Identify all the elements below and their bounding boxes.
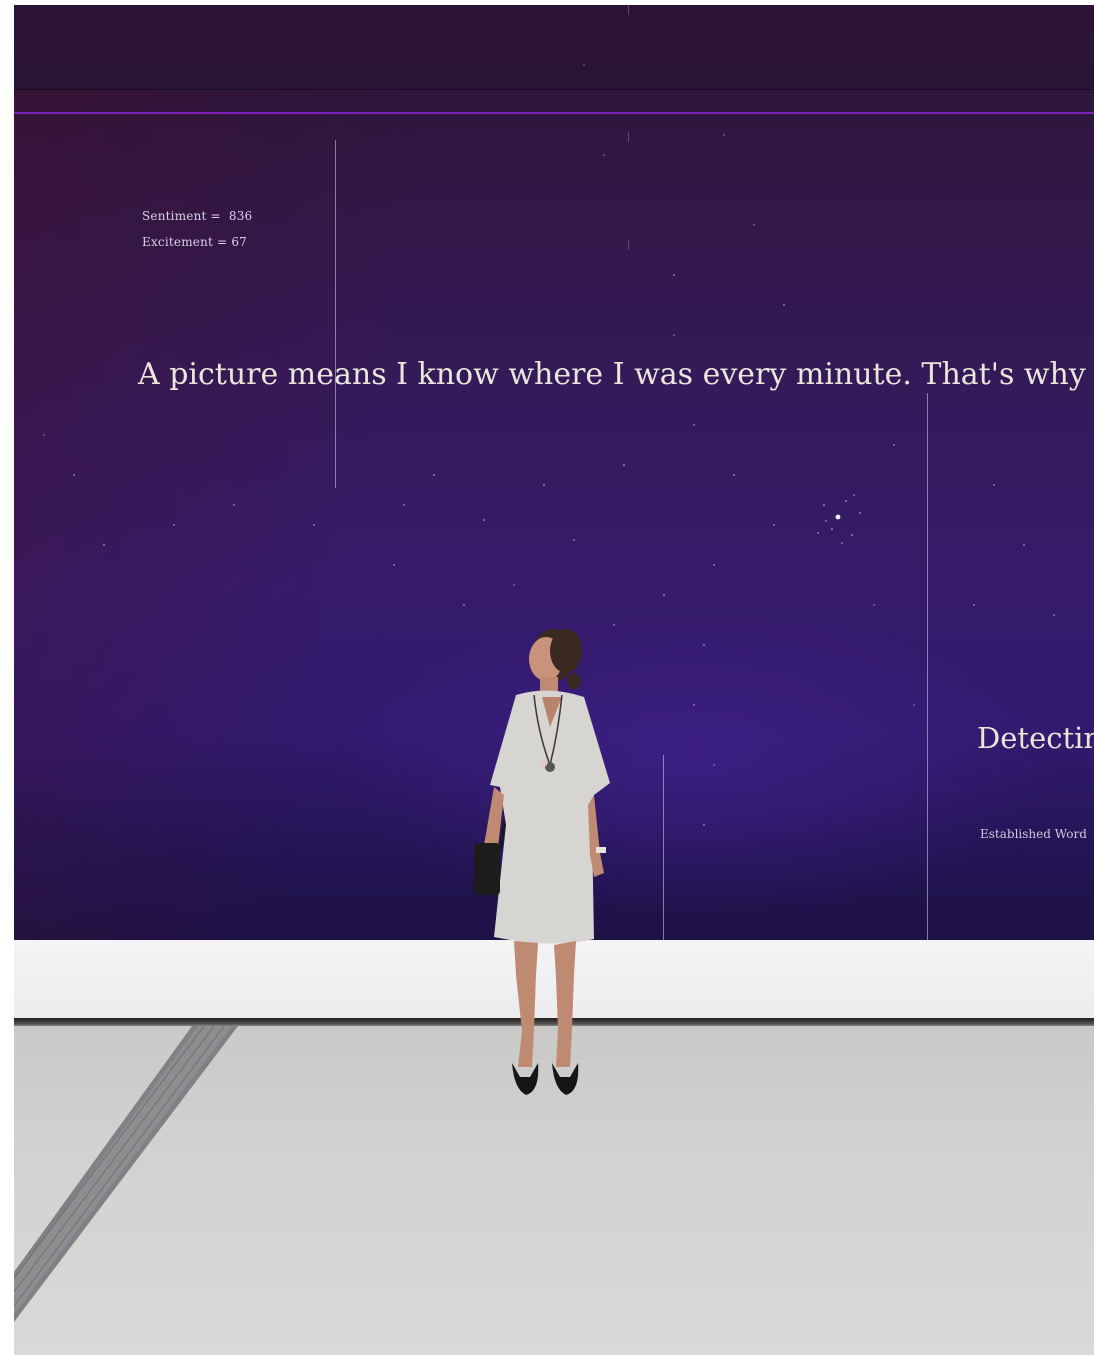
excitement-value: 67 — [231, 235, 248, 249]
excitement-metric: Excitement = 67 — [142, 235, 247, 249]
screen-side-subtitle: Established Word — [980, 827, 1087, 841]
screen-side-title: Detectin — [977, 721, 1094, 755]
woman-in-grey-dress-icon — [474, 629, 610, 1095]
excitement-separator: = — [213, 235, 232, 249]
excitement-label: Excitement — [142, 235, 214, 249]
sentiment-metric: Sentiment = 836 — [142, 209, 252, 223]
exhibition-photo: Sentiment = 836 Excitement = 67 A pictur… — [14, 5, 1094, 1355]
sentiment-value: 836 — [228, 209, 253, 223]
sentiment-separator: = — [206, 209, 229, 223]
sentiment-label: Sentiment — [142, 209, 207, 223]
screen-headline: A picture means I know where I was every… — [138, 357, 1086, 392]
